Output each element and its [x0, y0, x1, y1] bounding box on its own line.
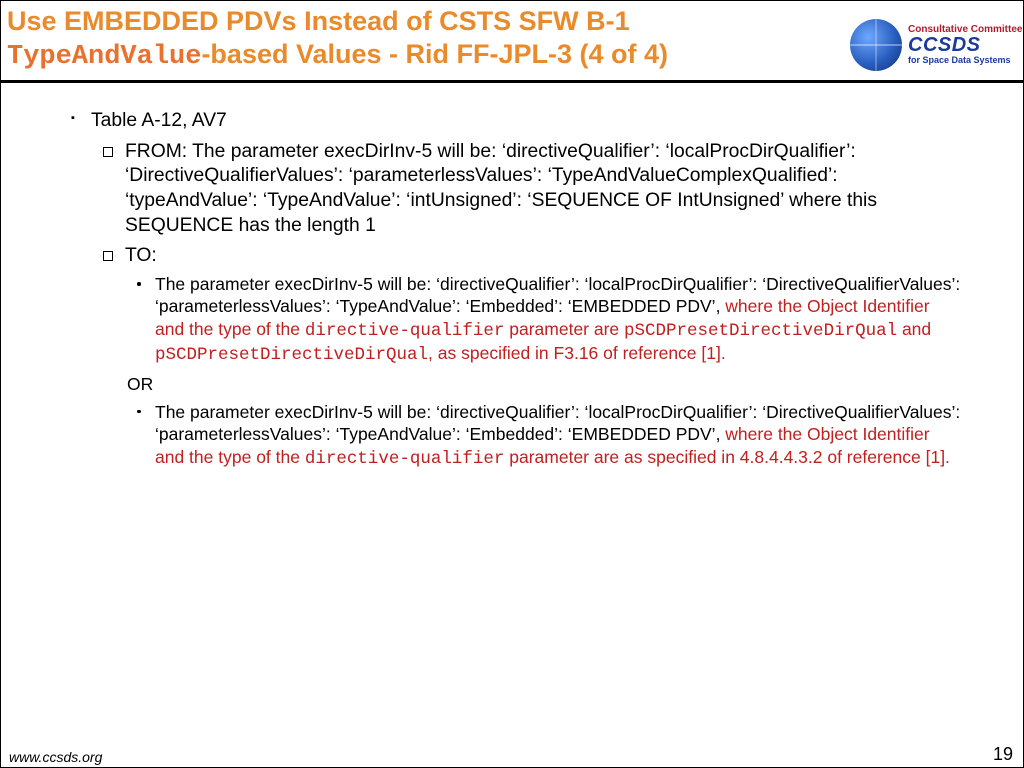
to-label: TO: [125, 245, 157, 266]
from-text: The parameter execDirInv-5 will be: ‘dir… [125, 141, 877, 236]
to-option-1-mono-1: directive-qualifier [305, 321, 505, 341]
slide: Use EMBEDDED PDVs Instead of CSTS SFW B-… [0, 0, 1024, 768]
to-option-2-mono-1: directive-qualifier [305, 449, 505, 469]
to-option-1-mono-2: pSCDPresetDirectiveDirQual [624, 321, 897, 341]
logo-tagline-2: for Space Data Systems [908, 56, 1022, 65]
list-item: FROM: The parameter execDirInv-5 will be… [91, 140, 963, 239]
item-heading: Table A-12, AV7 [91, 110, 227, 131]
list-item: The parameter execDirInv-5 will be: ‘dir… [125, 273, 963, 367]
slide-body: Table A-12, AV7 FROM: The parameter exec… [1, 83, 1023, 486]
list-item: TO: The parameter execDirInv-5 will be: … [91, 244, 963, 470]
logo-brand: CCSDS [908, 35, 1022, 56]
title-code: TypeAndValue [7, 42, 201, 72]
bullet-list: Table A-12, AV7 FROM: The parameter exec… [61, 109, 963, 470]
title-line-2: -based Values - Rid FF-JPL-3 (4 of 4) [201, 39, 668, 69]
to-option-1-mono-3: pSCDPresetDirectiveDirQual [155, 345, 428, 365]
globe-icon [850, 19, 902, 71]
to-option-1-red-3: and [897, 319, 931, 339]
to-option-1-red-4: , as specified in F3.16 of reference [1]… [428, 343, 726, 363]
slide-header: Use EMBEDDED PDVs Instead of CSTS SFW B-… [1, 1, 1023, 83]
slide-footer: www.ccsds.org 19 [1, 743, 1023, 767]
list-item: Table A-12, AV7 FROM: The parameter exec… [61, 109, 963, 470]
page-number: 19 [993, 744, 1013, 765]
sub-list: FROM: The parameter execDirInv-5 will be… [91, 140, 963, 471]
footer-url: www.ccsds.org [9, 749, 102, 765]
or-label: OR [127, 373, 963, 395]
list-item: The parameter execDirInv-5 will be: ‘dir… [125, 401, 963, 470]
logo-text: Consultative Committee CCSDS for Space D… [908, 25, 1022, 66]
title-line-1: Use EMBEDDED PDVs Instead of CSTS SFW B-… [7, 6, 630, 36]
ccsds-logo: Consultative Committee CCSDS for Space D… [850, 15, 1015, 75]
sub-sub-list: The parameter execDirInv-5 will be: ‘dir… [125, 273, 963, 470]
to-option-1-red-2: parameter are [504, 319, 624, 339]
from-label: FROM: [125, 141, 192, 162]
list-item: OR [125, 373, 963, 395]
to-option-2-red-2: parameter are as specified in 4.8.4.4.3.… [504, 447, 950, 467]
